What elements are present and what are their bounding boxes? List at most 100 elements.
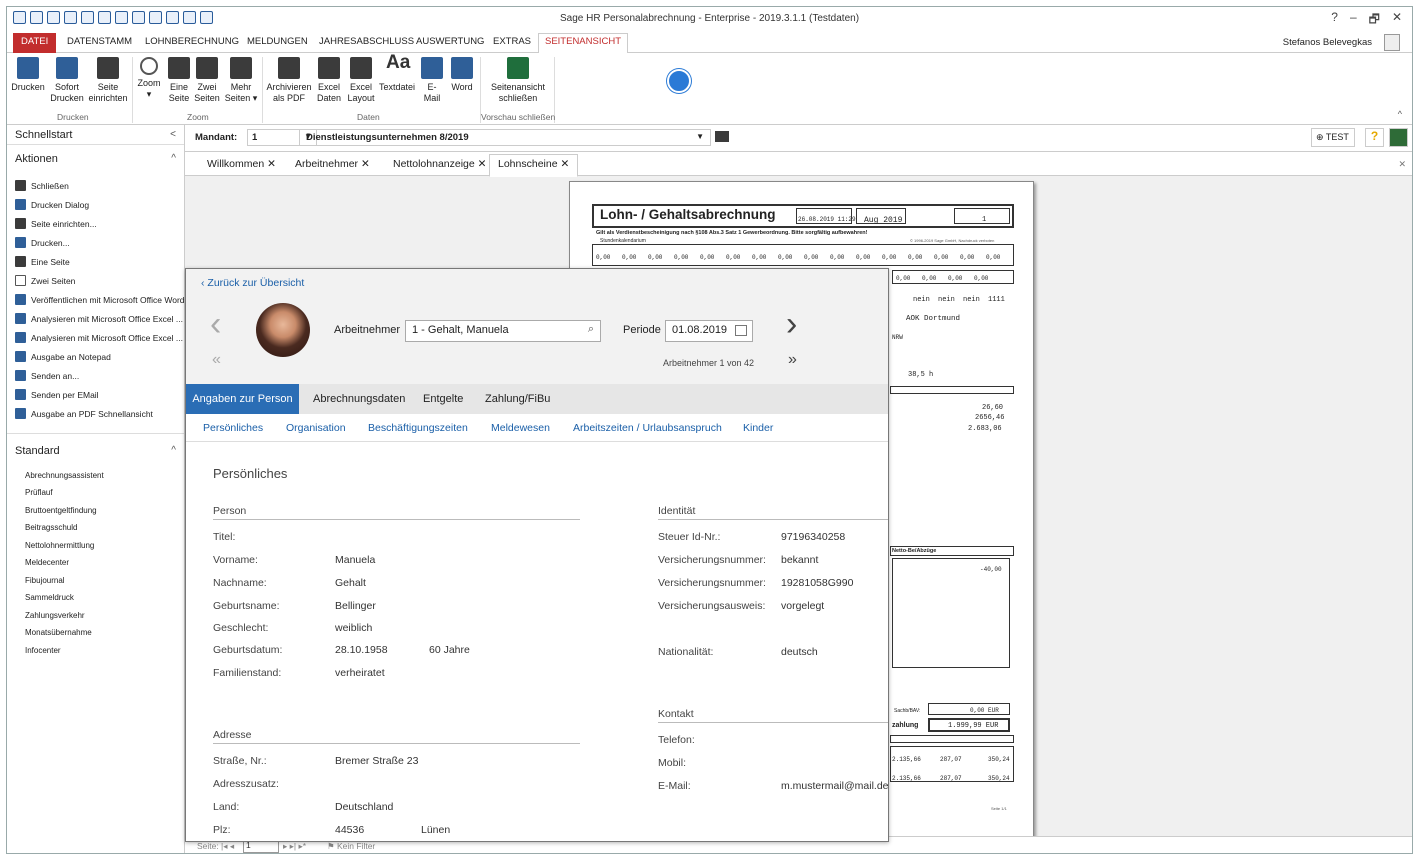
employee-icon[interactable] xyxy=(1389,128,1408,147)
excel-layout-button[interactable]: Excel Layout xyxy=(345,57,377,104)
help-icon[interactable]: ? xyxy=(1365,128,1384,147)
prev-employee-button[interactable]: ‹ xyxy=(210,305,221,344)
next-employee-button[interactable]: › xyxy=(786,305,797,344)
close-icon[interactable]: ✕ xyxy=(560,158,569,170)
excel-daten-button[interactable]: Excel Daten xyxy=(315,57,343,104)
action-senden-an[interactable]: Senden an... xyxy=(15,370,79,381)
action-notepad[interactable]: Ausgabe an Notepad xyxy=(15,351,111,362)
avatar[interactable] xyxy=(1384,34,1400,51)
word-button[interactable]: Word xyxy=(447,57,477,93)
std-bruttoentgeltfindung[interactable]: Bruttoentgeltfindung xyxy=(25,506,97,515)
filter-button[interactable]: ⚑ Kein Filter xyxy=(327,841,375,852)
std-fibujournal[interactable]: Fibujournal xyxy=(25,576,65,585)
minimize-button[interactable]: – xyxy=(1350,10,1357,31)
email-button[interactable]: E- Mail xyxy=(419,57,445,104)
first-employee-button[interactable]: « xyxy=(212,351,221,369)
folder-icon[interactable] xyxy=(715,131,729,142)
std-monatsuebernahme[interactable]: Monatsübernahme xyxy=(25,628,92,637)
employee-search-input[interactable]: 1 - Gehalt, Manuela ⌕ xyxy=(405,320,601,342)
close-button[interactable]: ✕ xyxy=(1392,10,1402,31)
subtab-persoenliches[interactable]: Persönliches xyxy=(203,422,263,434)
back-link[interactable]: ‹ Zurück zur Übersicht xyxy=(201,277,304,289)
subtab-organisation[interactable]: Organisation xyxy=(286,422,346,434)
zwei-seiten-button[interactable]: Zwei Seiten xyxy=(193,57,221,104)
action-zwei-seiten[interactable]: Zwei Seiten xyxy=(15,275,75,286)
action-drucken[interactable]: Drucken... xyxy=(15,237,70,248)
tab-datei[interactable]: DATEI xyxy=(13,33,57,53)
flag-3: nein xyxy=(963,296,980,304)
archivieren-pdf-button[interactable]: Archivieren als PDF xyxy=(265,57,313,104)
chevron-up-icon[interactable]: ^ xyxy=(171,153,176,164)
email-value[interactable]: m.mustermail@mail.de xyxy=(781,780,889,792)
textdatei-button[interactable]: Aa Textdatei xyxy=(379,53,415,93)
aktionen-header[interactable]: Aktionen xyxy=(15,153,58,165)
test-button[interactable]: ⊕ TEST xyxy=(1311,128,1355,147)
tab-auswertung[interactable]: AUSWERTUNG xyxy=(416,36,484,47)
tab-seitenansicht[interactable]: SEITENANSICHT xyxy=(538,33,629,54)
chevron-left-icon[interactable]: < xyxy=(170,129,176,140)
action-excel-2[interactable]: Analysieren mit Microsoft Office Excel .… xyxy=(15,332,183,343)
next-page-button[interactable]: ▸ ▸| ▸* xyxy=(283,841,306,852)
mehr-seiten-button[interactable]: Mehr Seiten ▾ xyxy=(223,57,259,104)
search-icon[interactable]: ⌕ xyxy=(588,323,594,336)
strasse-value: Bremer Straße 23 xyxy=(335,755,419,767)
standard-header[interactable]: Standard xyxy=(15,445,60,457)
tab-arbeitnehmer[interactable]: Arbeitnehmer ✕ xyxy=(295,158,370,170)
periode-input[interactable]: 01.08.2019 xyxy=(665,320,753,342)
last-employee-button[interactable]: » xyxy=(788,351,797,369)
subtab-arbeitszeiten[interactable]: Arbeitszeiten / Urlaubsanspruch xyxy=(573,422,722,434)
action-senden-email[interactable]: Senden per EMail xyxy=(15,389,99,400)
tab-abrechnungsdaten[interactable]: Abrechnungsdaten xyxy=(313,393,405,405)
tab-nettolohnanzeige[interactable]: Nettolohnanzeige ✕ xyxy=(393,158,486,170)
tab-zahlung-fibu[interactable]: Zahlung/FiBu xyxy=(485,393,550,405)
action-eine-seite[interactable]: Eine Seite xyxy=(15,256,70,267)
first-page-button[interactable]: |◂ ◂ xyxy=(221,841,234,852)
std-infocenter[interactable]: Infocenter xyxy=(25,646,61,655)
mandant-name-select[interactable]: Dienstleistungsunternehmen 8/2019 ▼ xyxy=(299,129,711,146)
std-zahlungsverkehr[interactable]: Zahlungsverkehr xyxy=(25,611,85,620)
restore-button[interactable]: 🗗 xyxy=(1369,10,1380,31)
std-prueflauf[interactable]: Prüflauf xyxy=(25,488,53,497)
std-nettolohnermittlung[interactable]: Nettolohnermittlung xyxy=(25,541,94,550)
calendar-icon[interactable] xyxy=(735,325,747,336)
tab-meldungen[interactable]: MELDUNGEN xyxy=(247,36,308,47)
close-icon[interactable]: ✕ xyxy=(267,158,276,170)
std-abrechnungsassistent[interactable]: Abrechnungsassistent xyxy=(25,471,104,480)
action-pdf-schnellansicht[interactable]: Ausgabe an PDF Schnellansicht xyxy=(15,408,153,419)
collapse-ribbon-icon[interactable]: ^ xyxy=(1398,109,1402,119)
user-name[interactable]: Stefanos Belevegkas xyxy=(1283,37,1372,48)
sofort-drucken-button[interactable]: Sofort Drucken xyxy=(49,57,85,104)
tab-datenstamm[interactable]: DATENSTAMM xyxy=(67,36,132,47)
tab-lohnscheine[interactable]: Lohnscheine ✕ xyxy=(489,154,579,177)
action-word[interactable]: Veröffentlichen mit Microsoft Office Wor… xyxy=(15,294,185,305)
schnellstart-header[interactable]: Schnellstart xyxy=(15,129,72,141)
tab-angaben-zur-person[interactable]: Angaben zur Person xyxy=(186,384,299,414)
close-all-icon[interactable]: ✕ xyxy=(1398,159,1406,170)
tab-willkommen[interactable]: Willkommen ✕ xyxy=(207,158,276,170)
subtab-kinder[interactable]: Kinder xyxy=(743,422,773,434)
tab-entgelte[interactable]: Entgelte xyxy=(423,393,463,405)
close-icon[interactable]: ✕ xyxy=(361,158,370,170)
subtab-meldewesen[interactable]: Meldewesen xyxy=(491,422,550,434)
std-beitragsschuld[interactable]: Beitragsschuld xyxy=(25,523,77,532)
subtab-beschaeftigungszeiten[interactable]: Beschäftigungszeiten xyxy=(368,422,468,434)
tab-extras[interactable]: EXTRAS xyxy=(493,36,531,47)
help-button[interactable]: ? xyxy=(1331,10,1338,31)
action-seite-einrichten[interactable]: Seite einrichten... xyxy=(15,218,97,229)
zoom-button[interactable]: Zoom ▾ xyxy=(135,57,163,100)
eine-seite-button[interactable]: Eine Seite xyxy=(167,57,191,104)
tab-jahresabschluss[interactable]: JAHRESABSCHLUSS xyxy=(319,36,414,47)
action-drucken-dialog[interactable]: Drucken Dialog xyxy=(15,199,89,210)
action-excel-1[interactable]: Analysieren mit Microsoft Office Excel .… xyxy=(15,313,183,324)
chevron-up-icon[interactable]: ^ xyxy=(171,445,176,456)
tab-lohnberechnung[interactable]: LOHNBERECHNUNG xyxy=(145,36,239,47)
std-meldecenter[interactable]: Meldecenter xyxy=(25,558,69,567)
drucken-button[interactable]: Drucken xyxy=(11,57,45,93)
close-icon[interactable]: ✕ xyxy=(478,158,487,170)
seitenansicht-schliessen-button[interactable]: Seitenansicht schließen xyxy=(485,57,551,104)
excel-icon xyxy=(15,332,26,343)
seite-einrichten-button[interactable]: Seite einrichten xyxy=(87,57,129,104)
action-schliessen[interactable]: Schließen xyxy=(15,180,69,191)
sage-logo-icon[interactable] xyxy=(667,69,691,93)
std-sammeldruck[interactable]: Sammeldruck xyxy=(25,593,74,602)
